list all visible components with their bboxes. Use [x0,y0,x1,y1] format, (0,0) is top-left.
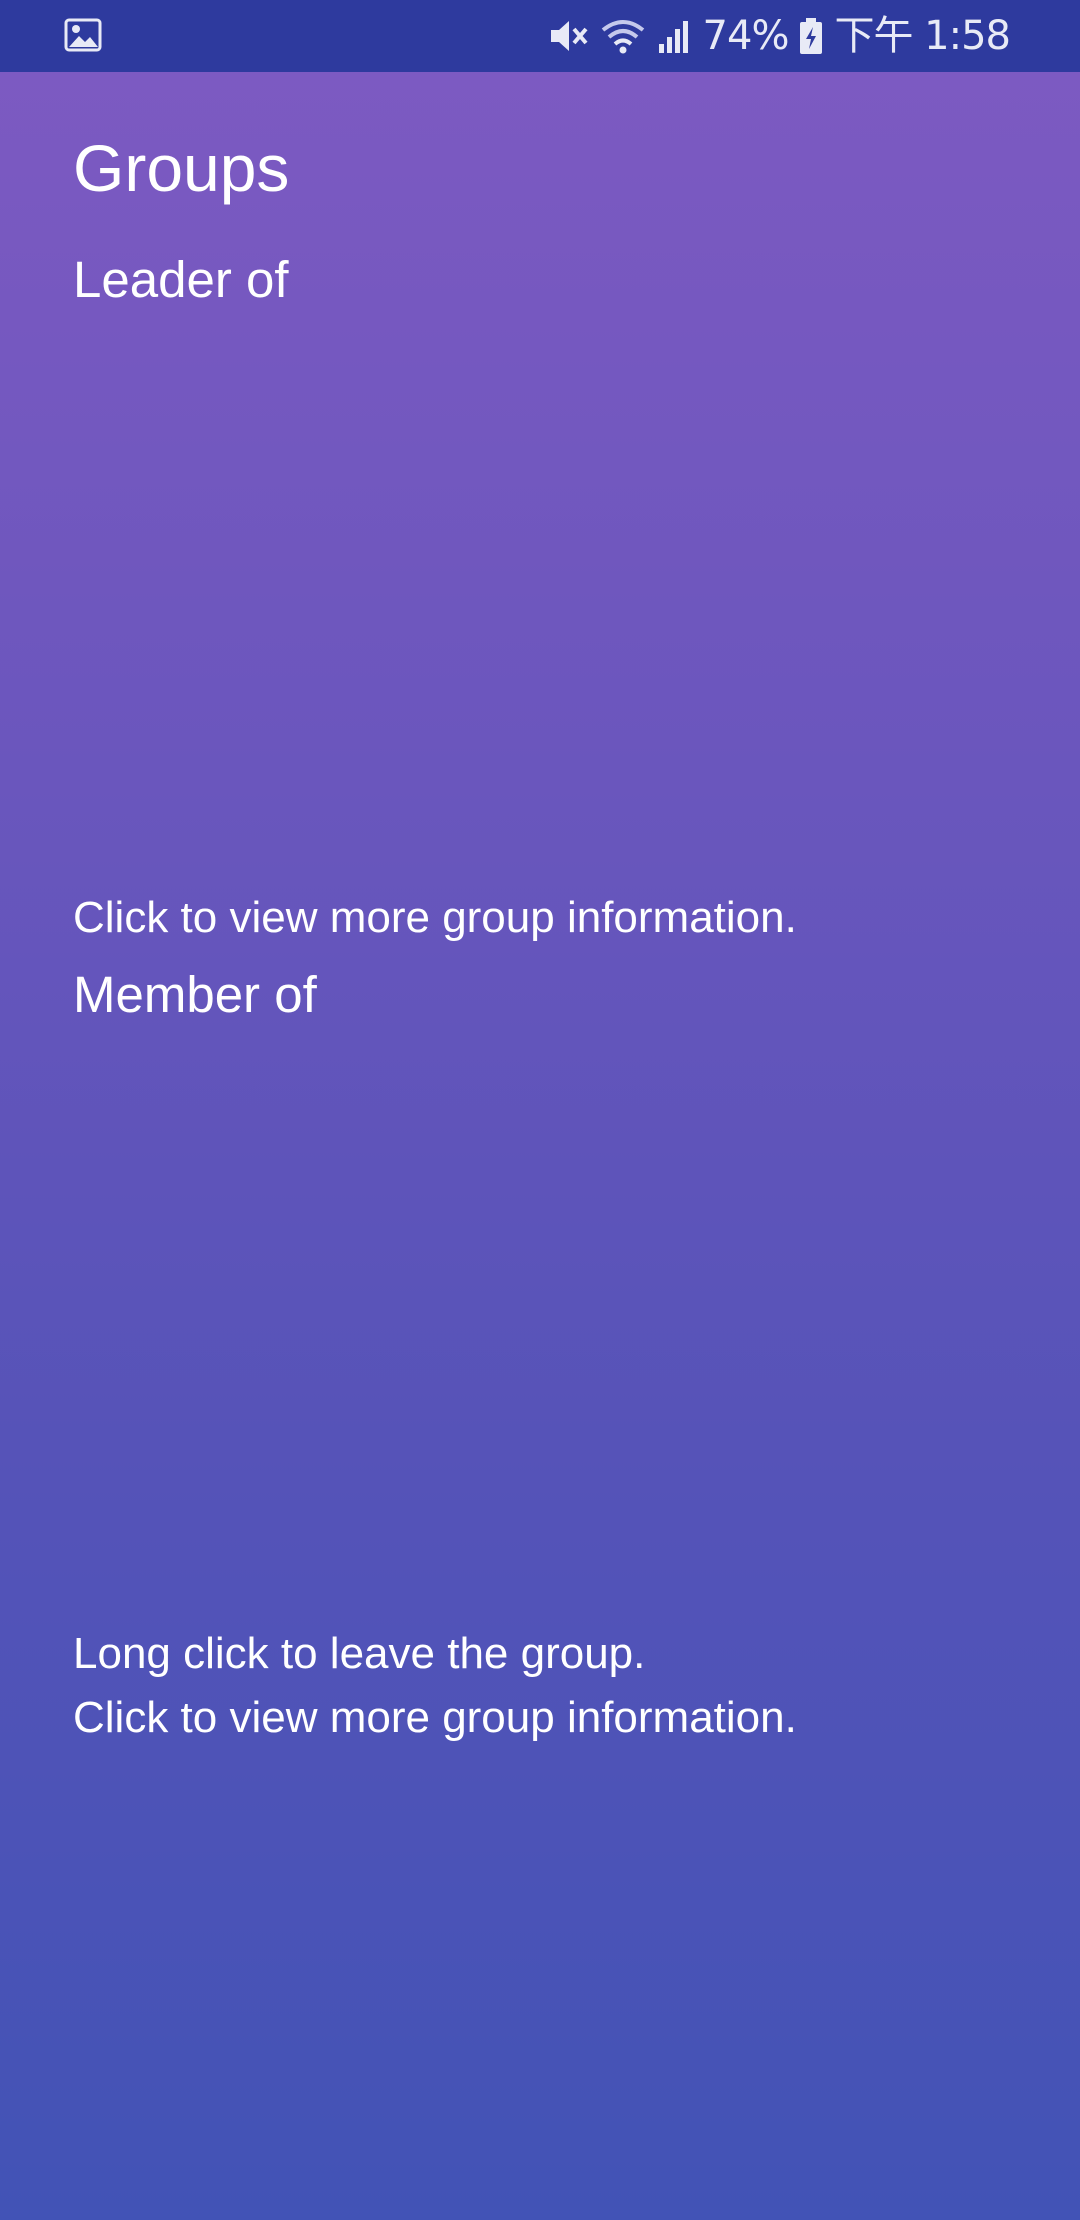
member-groups-list[interactable] [73,1045,1007,1605]
leader-of-heading: Leader of [73,251,289,308]
battery-percentage: 74% [702,13,790,59]
battery-charging-icon [800,18,823,54]
image-icon [64,18,102,52]
status-bar: 74% 下午 1:58 [0,0,1080,72]
member-hint-leave-text: Long click to leave the group. [73,1629,646,1678]
status-icons: 74% 下午 1:58 [547,0,1011,72]
signal-icon [658,21,688,53]
member-hint-view-text: Click to view more group information. [73,1693,797,1742]
leader-hint-text: Click to view more group information. [73,893,797,942]
clock: 下午 1:58 [834,13,1011,59]
mute-icon [550,21,588,51]
leader-groups-list[interactable] [73,330,1007,870]
wifi-icon [601,20,644,54]
member-of-heading: Member of [73,966,317,1023]
groups-screen: 74% 下午 1:58 Groups Leader of Click to vi… [0,0,1080,2220]
page-title: Groups [73,131,290,205]
